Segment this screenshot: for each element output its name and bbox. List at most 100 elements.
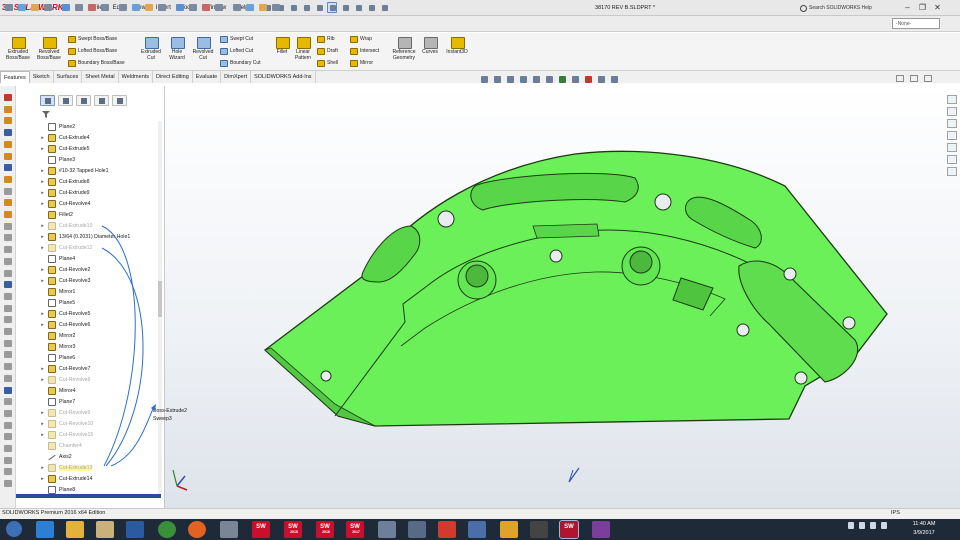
hole-wizard-button[interactable]: Hole Wizard [165, 36, 189, 61]
reference-geometry-button[interactable]: Reference Geometry [388, 36, 420, 61]
scene-icon[interactable] [597, 75, 606, 84]
tree-item[interactable]: ▸ Cut-Extrude5 [40, 143, 90, 154]
feature-tree-tab-icon[interactable] [40, 95, 55, 106]
custom-properties-icon[interactable] [947, 155, 957, 164]
restore-icon[interactable]: ❐ [915, 0, 930, 16]
firefox-icon[interactable] [188, 521, 206, 538]
line-icon[interactable] [43, 2, 53, 13]
tree-item[interactable]: Plane7 [40, 396, 75, 407]
expand-arrow-icon[interactable]: ▸ [40, 432, 45, 438]
convert-icon[interactable] [131, 2, 141, 13]
expand-arrow-icon[interactable]: ▸ [40, 135, 45, 141]
filter-icon[interactable] [42, 111, 50, 118]
strip-tool-16-icon[interactable] [4, 269, 12, 277]
tree-item[interactable]: Plane4 [40, 253, 75, 264]
rapid-sketch-icon[interactable] [245, 2, 255, 13]
strip-tool-14-icon[interactable] [4, 246, 12, 254]
strip-tool-17-icon[interactable] [4, 281, 12, 289]
strip-tool-33-icon[interactable] [4, 468, 12, 476]
swept-boss-button[interactable]: Swept Boss/Base [68, 35, 117, 44]
file-explorer-icon[interactable] [66, 521, 84, 538]
instant2d-icon[interactable] [258, 2, 268, 13]
trim-icon[interactable] [118, 2, 128, 13]
expand-arrow-icon[interactable]: ▸ [40, 311, 45, 317]
configuration-manager-tab-icon[interactable] [76, 95, 91, 106]
expand-arrow-icon[interactable]: ▸ [40, 267, 45, 273]
tree-item[interactable]: Axis2 [40, 451, 72, 462]
spline-icon[interactable] [100, 2, 110, 13]
pattern-icon[interactable] [175, 2, 185, 13]
strip-tool-5-icon[interactable] [4, 140, 12, 148]
strip-tool-27-icon[interactable] [4, 398, 12, 406]
tree-item[interactable]: Plane5 [40, 297, 75, 308]
viewport-minimize-icon[interactable] [896, 75, 904, 82]
rectangle-icon[interactable] [61, 2, 71, 13]
tree-item[interactable]: ▸ Cut-Revolve6 [40, 319, 90, 330]
zoom-to-area-icon[interactable] [493, 75, 502, 84]
extruded-boss-button[interactable]: Extruded Boss/Base [4, 36, 32, 61]
file-explorer-icon[interactable] [947, 119, 957, 128]
section-view-icon[interactable] [519, 75, 528, 84]
word-icon[interactable] [126, 521, 144, 538]
dimxpert-manager-tab-icon[interactable] [94, 95, 109, 106]
tree-item[interactable]: ▸ #10-32 Tapped Hole1 [40, 165, 109, 176]
appearance-icon[interactable] [584, 75, 593, 84]
wrap-button[interactable]: Wrap [350, 35, 372, 44]
circle-icon[interactable] [74, 2, 84, 13]
strip-tool-34-icon[interactable] [4, 480, 12, 488]
mirror-entities-icon[interactable] [157, 2, 167, 13]
tree-item[interactable]: ▸ Cut-Extrude10 [40, 220, 92, 231]
display-manager-tab-icon[interactable] [112, 95, 127, 106]
close-icon[interactable]: ✕ [930, 0, 945, 16]
fillet-button[interactable]: Fillet [272, 36, 292, 55]
pin-icon[interactable] [379, 2, 389, 13]
expand-arrow-icon[interactable]: ▸ [40, 190, 45, 196]
lofted-cut-button[interactable]: Lofted Cut [220, 47, 253, 56]
tab-sketch[interactable]: Sketch [30, 71, 54, 83]
tree-item[interactable]: ▸ Cut-Revolve10 [40, 418, 93, 429]
dynamic-annotation-icon[interactable] [532, 75, 541, 84]
tree-item[interactable]: ▸ Cut-Revolve7 [40, 363, 90, 374]
tree-item[interactable]: ▸ Cut-Revolve8 [40, 374, 90, 385]
point-icon[interactable] [30, 2, 40, 13]
strip-tool-26-icon[interactable] [4, 386, 12, 394]
linear-pattern-button[interactable]: Linear Pattern [292, 36, 314, 61]
relations-icon[interactable] [201, 2, 211, 13]
move-icon[interactable] [188, 2, 198, 13]
tree-item[interactable]: ▸ Cut-Extrude13 [40, 462, 93, 473]
network-icon[interactable] [859, 522, 865, 529]
swept-cut-button[interactable]: Swept Cut [220, 35, 253, 44]
tree-item[interactable]: Chamfer4 [40, 440, 82, 451]
mirror-button[interactable]: Mirror [350, 59, 373, 68]
tree-item[interactable]: ▸ Cut-Revolve9 [40, 407, 90, 418]
select-pointer-icon[interactable] [327, 2, 337, 13]
expand-arrow-icon[interactable]: ▸ [40, 168, 45, 174]
expand-arrow-icon[interactable]: ▸ [40, 234, 45, 240]
minimize-icon[interactable]: – [900, 0, 915, 16]
revolved-boss-button[interactable]: Revolved Boss/Base [34, 36, 64, 61]
tree-item[interactable]: Mirror4 [40, 385, 75, 396]
tab-weldments[interactable]: Weldments [119, 71, 154, 83]
expand-arrow-icon[interactable]: ▸ [40, 465, 45, 471]
strip-tool-20-icon[interactable] [4, 316, 12, 324]
strip-tool-15-icon[interactable] [4, 257, 12, 265]
shell-button[interactable]: Shell [317, 59, 338, 68]
strip-tool-13-icon[interactable] [4, 234, 12, 242]
save-icon[interactable] [288, 2, 298, 13]
strip-tool-18-icon[interactable] [4, 292, 12, 300]
strip-tool-24-icon[interactable] [4, 363, 12, 371]
curves-button[interactable]: Curves [420, 36, 440, 55]
tree-item[interactable]: Mirror3 [40, 341, 75, 352]
lofted-boss-button[interactable]: Lofted Boss/Base [68, 47, 117, 56]
scrollbar-thumb[interactable] [158, 281, 162, 317]
file-properties-icon[interactable] [353, 2, 363, 13]
vault-icon[interactable] [438, 521, 456, 538]
feature-tree-scrollbar[interactable] [158, 121, 162, 497]
repair-icon[interactable] [214, 2, 224, 13]
tab-evaluate[interactable]: Evaluate [193, 71, 222, 83]
resources-icon[interactable] [947, 95, 957, 104]
tree-item[interactable]: ▸ Cut-Extrude14 [40, 473, 92, 484]
settings-app-icon[interactable] [592, 521, 610, 538]
tree-item[interactable]: ▸ Cut-Revolve5 [40, 308, 90, 319]
strip-tool-9-icon[interactable] [4, 187, 12, 195]
